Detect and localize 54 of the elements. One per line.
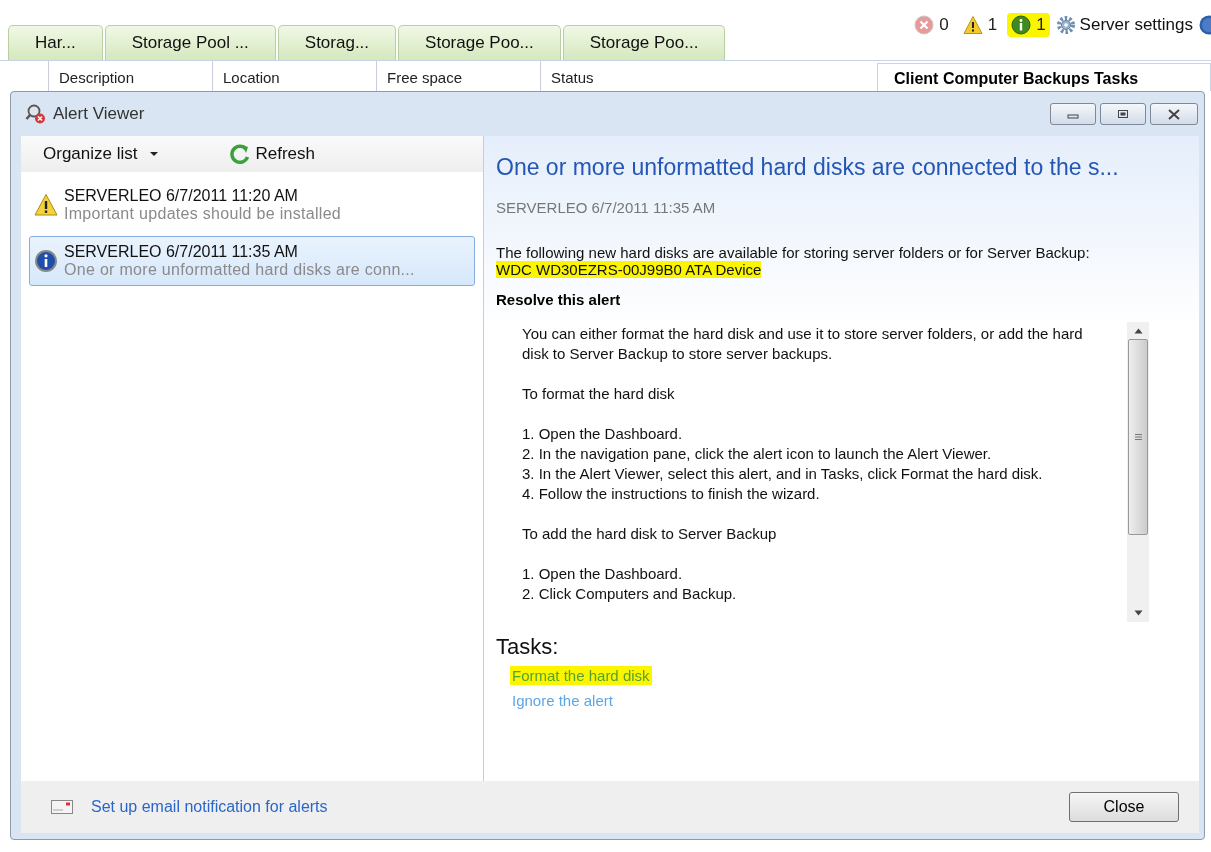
maximize-icon [1117,109,1129,119]
error-icon [914,15,935,35]
tab[interactable]: Storag... [277,25,397,60]
caret-icon [149,151,160,157]
resolution-text: To format the hard disk [522,384,676,404]
tab[interactable]: Storage Poo... [562,25,726,60]
grip-icon [1133,433,1143,441]
alert-description: The following new hard disks are available for storing server folders or for Server Backup: [496,244,1091,261]
tab[interactable]: Har... [8,25,103,60]
resolution-text: 2. Click Computers and Backup. [522,584,738,604]
alert-count[interactable]: 0 [910,13,953,37]
info-icon [34,249,58,273]
resolution-text: 1. Open the Dashboard. [522,424,684,444]
alert-summary: Important updates should be installed [64,205,342,223]
alert-list-item[interactable]: SERVERLEO 6/7/2011 11:35 AM One or more unformatted hard disks are conn... [29,236,475,286]
resolution-text: To add the hard disk to Server Backup [522,524,778,544]
warning-icon [34,193,58,217]
resolution-text: 2. In the navigation pane, click the alert icon to launch the Alert Viewer. [522,444,993,464]
organize-list-button[interactable]: Organize list [43,144,160,164]
scroll-thumb[interactable] [1128,339,1148,535]
section-heading: Resolve this alert [496,291,622,308]
server-settings-button[interactable]: Server settings [1055,15,1193,35]
alert-list-item[interactable]: SERVERLEO 6/7/2011 11:20 AM Important updates should be installed [29,180,475,230]
refresh-icon [229,143,252,165]
alert-summary: One or more unformatted hard disks are conn... [64,261,415,279]
scrollbar[interactable] [1127,322,1149,622]
alert-count[interactable]: 1 [958,13,1002,37]
close-button[interactable] [1150,103,1198,125]
alert-count[interactable]: 1 [1007,13,1050,37]
tab[interactable]: Storage Poo... [398,25,561,60]
scroll-down-icon [1133,610,1143,616]
refresh-button[interactable]: Refresh [229,143,315,165]
maximize-button[interactable] [1100,103,1146,125]
scroll-up-icon [1133,328,1143,334]
resolution-text: You can either format the hard disk and use it to store server folders, or add the hard disk to Server Backup to store server backups. [522,324,1084,364]
magnifier-alert-icon [25,103,47,125]
warning-icon [962,15,983,35]
tab[interactable]: Storage Pool ... [104,25,276,60]
close-dialog-button[interactable]: Close [1069,792,1179,822]
device-name: WDC WD30EZRS-00J99B0 ATA Device [496,261,762,278]
tasks-heading: Tasks: [496,634,560,660]
info-icon [1011,15,1032,35]
close-icon [1167,108,1181,120]
envelope-icon [51,800,73,814]
gear-icon [1055,15,1076,35]
resolution-text: 4. Follow the instructions to finish the wizard. [522,484,821,504]
alert-title: One or more unformatted hard disks are connected to the s... [496,154,1120,181]
alert-source: SERVERLEO 6/7/2011 11:35 AM [64,243,299,261]
email-notification-link[interactable]: Set up email notification for alerts [91,798,1051,816]
alert-source: SERVERLEO 6/7/2011 11:35 AM [496,199,717,216]
window-title: Alert Viewer [53,104,146,124]
resolution-text: 3. In the Alert Viewer, select this alert, and in Tasks, click Format the hard disk. [522,464,1044,484]
alert-source: SERVERLEO 6/7/2011 11:20 AM [64,187,299,205]
resolution-text: 1. Open the Dashboard. [522,564,684,584]
